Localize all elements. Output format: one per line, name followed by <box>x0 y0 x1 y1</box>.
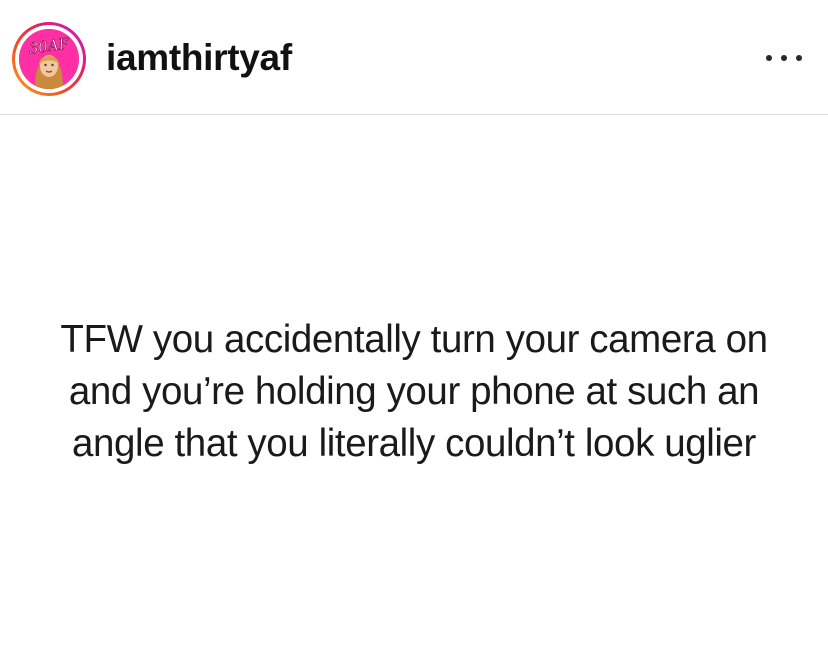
more-options-button[interactable] <box>766 46 802 70</box>
profile-avatar-button[interactable]: 30AF <box>12 22 86 96</box>
meme-caption: TFW you accidentally turn your camera on… <box>0 314 828 470</box>
post-header: 30AF iamthirtyaf <box>0 0 828 115</box>
caption-line-2: and you’re holding your phone at such an <box>68 370 760 413</box>
post-username[interactable]: iamthirtyaf <box>106 36 292 80</box>
caption-line-3: angle that you literally couldn’t look u… <box>72 422 756 465</box>
post-image[interactable]: TFW you accidentally turn your camera on… <box>0 116 828 645</box>
avatar: 30AF <box>19 29 79 89</box>
ellipsis-horizontal-icon <box>796 55 802 61</box>
ellipsis-horizontal-icon <box>781 55 787 61</box>
caption-line-1: TFW you accidentally turn your camera on <box>60 318 768 361</box>
avatar-image: 30AF <box>19 29 79 89</box>
ellipsis-horizontal-icon <box>766 55 772 61</box>
